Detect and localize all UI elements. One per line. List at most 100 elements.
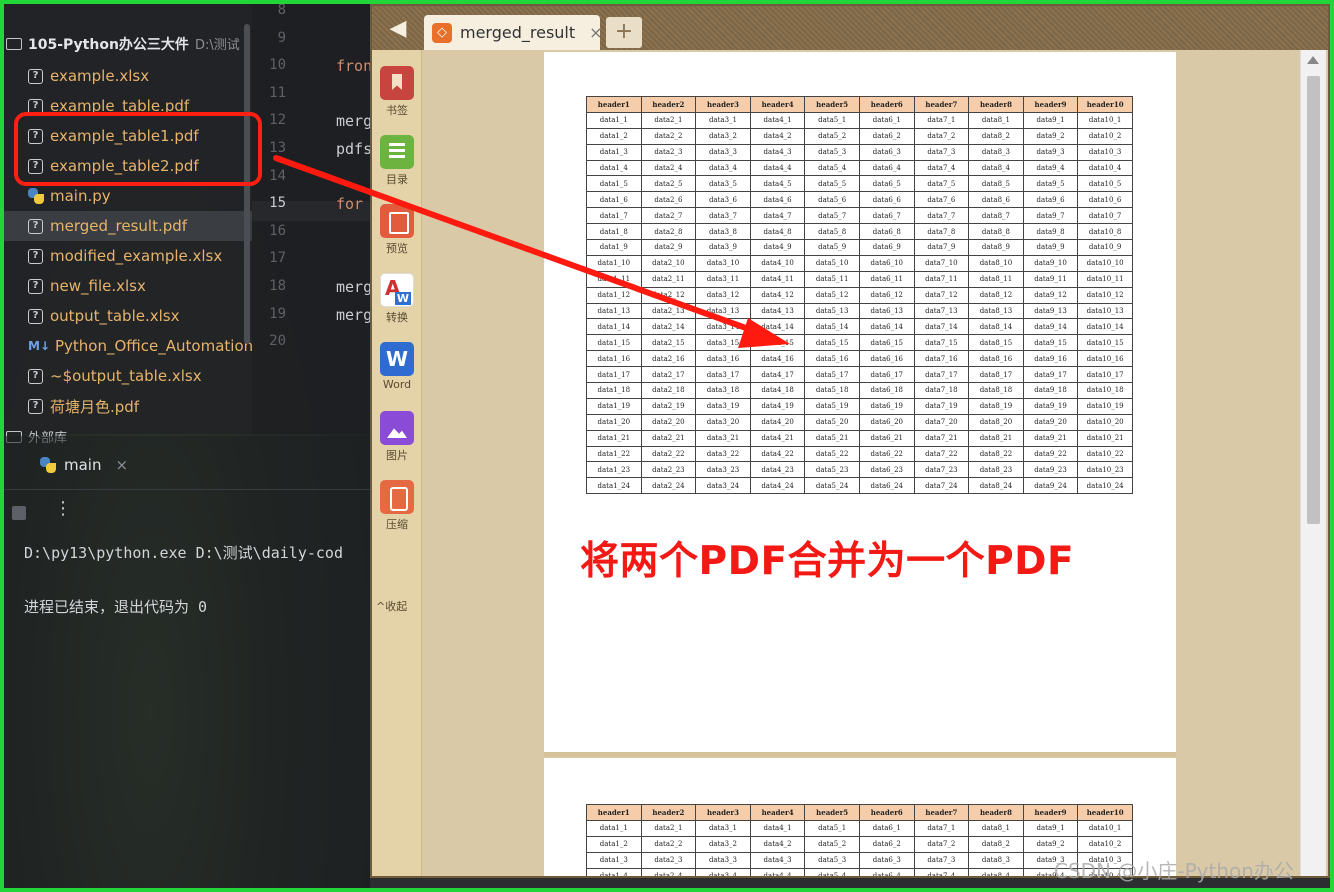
table-cell: data10_18 <box>1077 382 1133 399</box>
sidebar-item[interactable]: 目录 <box>377 135 417 187</box>
table-cell: data8_14 <box>968 318 1024 336</box>
file-item[interactable]: M↓ Python_Office_Automation_ <box>4 331 252 361</box>
table-cell: data9_1 <box>1022 111 1079 129</box>
table-cell: data6_17 <box>858 366 915 384</box>
file-item[interactable]: ? example.xlsx <box>4 61 252 91</box>
table-cell: data6_24 <box>858 477 915 495</box>
column-header: header4 <box>749 804 806 821</box>
table-cell: data9_12 <box>1022 286 1079 304</box>
file-item[interactable]: ? new_file.xlsx <box>4 271 252 301</box>
table-cell: data7_6 <box>913 191 970 209</box>
scrollbar-thumb[interactable] <box>1307 76 1320 524</box>
column-header: header2 <box>640 96 697 113</box>
table-cell: data2_8 <box>640 223 697 241</box>
table-row: data1_20 data2_20 data3_20 data4_20 data5_20… <box>586 413 1133 431</box>
table-cell: data7_5 <box>913 175 970 193</box>
document-pages[interactable]: header1 header2 header3 header4 header5 heade… <box>422 50 1300 876</box>
table-row: data1_1 data2_1 data3_1 data4_1 data5_1 data6… <box>586 819 1133 837</box>
table-cell: data2_14 <box>640 318 697 336</box>
line-number: 11 <box>269 84 286 101</box>
file-name: 荷塘月色.pdf <box>50 397 140 416</box>
back-icon[interactable]: ◀ <box>380 14 416 44</box>
sidebar-item-label: 压缩 <box>386 518 408 531</box>
close-tab-icon[interactable]: × <box>589 23 602 42</box>
table-cell: data5_18 <box>804 382 860 399</box>
table-cell: data4_5 <box>749 175 806 193</box>
unknown-file-icon: ? <box>28 308 43 324</box>
table-cell: data6_16 <box>858 350 915 368</box>
table-cell: data9_13 <box>1022 302 1079 320</box>
unknown-file-icon: ? <box>28 68 43 84</box>
table-cell: data3_2 <box>695 127 751 145</box>
more-options-icon[interactable]: ⋮ <box>54 498 72 519</box>
column-header: header9 <box>1022 96 1079 113</box>
table-cell: data5_21 <box>804 429 860 447</box>
file-item[interactable]: ? 荷塘月色.pdf <box>4 391 252 421</box>
table-cell: data5_10 <box>804 254 860 272</box>
table-cell: data4_14 <box>749 318 806 336</box>
scroll-up-arrow-icon[interactable] <box>1307 56 1319 64</box>
file-item[interactable]: ? output_table.xlsx <box>4 301 252 331</box>
project-root[interactable]: 105-Python办公三大件 D:\测试 <box>6 34 240 54</box>
table-cell: data7_2 <box>913 127 970 145</box>
table-cell: data8_6 <box>968 191 1024 209</box>
stop-button[interactable] <box>12 506 26 520</box>
table-cell: data9_10 <box>1022 254 1079 272</box>
table-row: data1_6 data2_6 data3_6 data4_6 data5_6 data6… <box>586 191 1133 209</box>
table-row: data1_8 data2_8 data3_8 data4_8 data5_8 data6… <box>586 223 1133 241</box>
toc-icon <box>380 135 414 169</box>
table-cell: data2_19 <box>640 397 697 415</box>
add-tab-button[interactable]: + <box>606 17 642 48</box>
sidebar-item[interactable]: W Word <box>377 342 417 391</box>
close-icon[interactable]: × <box>115 456 128 474</box>
collapse-sidebar-button[interactable]: ^收起 <box>376 598 407 614</box>
table-cell: data8_22 <box>968 445 1024 463</box>
line-number: 15 <box>269 195 286 212</box>
code-line: merg <box>336 305 370 324</box>
table-cell: data3_24 <box>695 477 751 495</box>
table-row: data1_22 data2_22 data3_22 data4_22 data5_22… <box>586 445 1133 463</box>
file-name: example.xlsx <box>50 67 150 85</box>
table-cell: data5_5 <box>804 175 860 193</box>
table-cell: data7_1 <box>913 111 970 129</box>
table-cell: data4_7 <box>749 207 806 225</box>
file-item[interactable]: ? modified_example.xlsx <box>4 241 252 271</box>
table-cell: data9_22 <box>1022 445 1079 463</box>
table-cell: data3_2 <box>695 835 751 853</box>
table-cell: data4_15 <box>749 334 806 352</box>
table-cell: data10_3 <box>1077 143 1133 161</box>
sidebar-item[interactable]: 书签 <box>377 66 417 118</box>
table-cell: data4_4 <box>749 867 806 876</box>
table-cell: data9_5 <box>1022 175 1079 193</box>
table-cell: data6_3 <box>858 851 915 869</box>
sidebar-item[interactable]: 转换 <box>377 273 417 325</box>
table-cell: data10_10 <box>1077 254 1133 272</box>
file-name: ~$output_table.xlsx <box>50 367 202 385</box>
tab-merged-result[interactable]: ◇ merged_result × <box>424 15 603 50</box>
file-item[interactable]: ? ~$output_table.xlsx <box>4 361 252 391</box>
table-cell: data10_21 <box>1077 429 1133 447</box>
vertical-scrollbar[interactable] <box>1300 50 1326 876</box>
table-cell: data6_6 <box>858 191 915 209</box>
table-cell: data6_1 <box>858 819 915 837</box>
file-item[interactable]: ? merged_result.pdf <box>4 211 252 241</box>
table-cell: data3_3 <box>695 143 751 161</box>
table-cell: data5_19 <box>804 397 860 415</box>
table-cell: data5_2 <box>804 835 860 853</box>
table-cell: data10_16 <box>1077 350 1133 368</box>
column-header: header5 <box>804 96 860 113</box>
table-cell: data1_13 <box>586 302 642 320</box>
table-cell: data4_20 <box>749 413 806 431</box>
table-cell: data8_23 <box>968 461 1024 479</box>
sidebar-item[interactable]: 压缩 <box>377 480 417 532</box>
table-cell: data4_12 <box>749 286 806 304</box>
table-cell: data5_20 <box>804 413 860 431</box>
sidebar-item[interactable]: 预览 <box>377 204 417 256</box>
table-cell: data8_7 <box>968 207 1024 225</box>
table-cell: data1_3 <box>586 851 642 869</box>
run-tab-main[interactable]: main × <box>40 456 128 474</box>
table-cell: data6_20 <box>858 413 915 431</box>
code-editor[interactable]: 8 9 10 11 12 13 14 15 16 17 18 19 20 fron merg pdfs for… <box>252 4 370 434</box>
code-line: for <box>336 195 364 214</box>
sidebar-item[interactable]: 图片 <box>377 411 417 463</box>
